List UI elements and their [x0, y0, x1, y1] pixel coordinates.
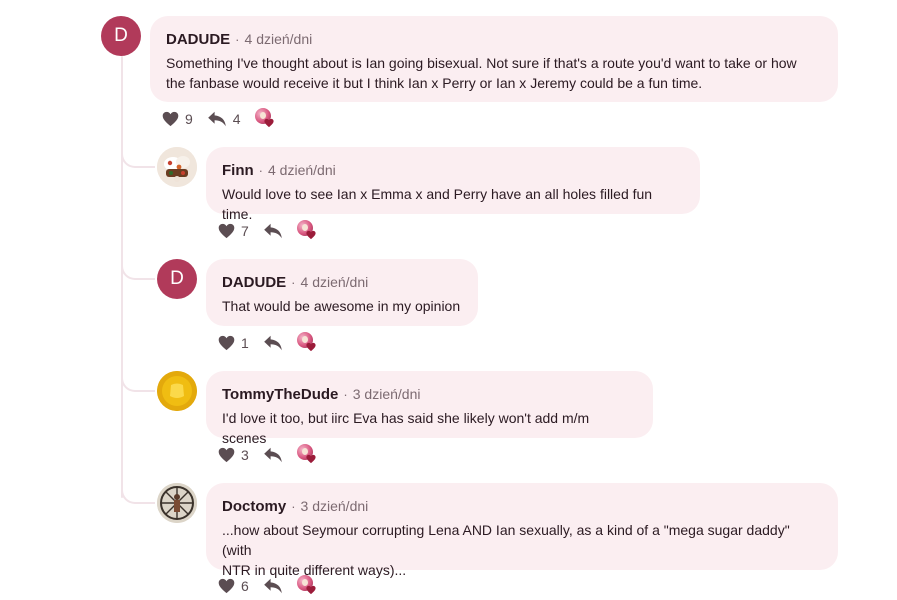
thread-branch	[121, 148, 155, 168]
comment-text: That would be awesome in my opinion	[222, 296, 462, 316]
like-button[interactable]: 3	[218, 447, 249, 463]
reply-button[interactable]: 4	[207, 111, 241, 127]
reaction-icon[interactable]	[296, 220, 317, 242]
comment-timestamp[interactable]: 3 dzień/dni	[301, 496, 369, 516]
heart-icon	[218, 578, 235, 594]
comment-timestamp[interactable]: 3 dzień/dni	[353, 384, 421, 404]
reaction-heart-icon	[306, 342, 316, 352]
comment-timestamp[interactable]: 4 dzień/dni	[301, 272, 369, 292]
like-count: 1	[241, 335, 249, 351]
comment-actions: 7	[218, 220, 317, 242]
comment-bubble: Finn · 4 dzień/dni Would love to see Ian…	[206, 147, 700, 222]
comment-timestamp[interactable]: 4 dzień/dni	[268, 160, 336, 180]
reaction-icon[interactable]	[296, 444, 317, 466]
comment-text-line: ...how about Seymour corrupting Lena AND…	[222, 522, 790, 558]
like-button[interactable]: 9	[162, 111, 193, 127]
like-count: 7	[241, 223, 249, 239]
heart-icon	[218, 223, 235, 239]
reply-button[interactable]	[263, 578, 283, 594]
comment-meta: Finn · 4 dzień/dni	[222, 160, 684, 181]
comment-author[interactable]: TommyTheDude	[222, 385, 338, 405]
comment-bubble: DADUDE · 4 dzień/dni That would be aweso…	[206, 259, 478, 326]
comment-meta: TommyTheDude · 3 dzień/dni	[222, 384, 637, 405]
reply-icon	[263, 335, 282, 351]
thread-branch	[121, 484, 155, 504]
comment-actions: 6	[218, 575, 317, 597]
reaction-heart-icon	[306, 585, 316, 595]
comment-text-line: I'd love it too, but iirc Eva has said s…	[222, 410, 590, 446]
reply-button[interactable]	[263, 335, 283, 351]
reply-icon	[263, 447, 282, 463]
meta-separator: ·	[343, 387, 348, 402]
comment-author[interactable]: DADUDE	[166, 30, 230, 50]
comment-meta: DADUDE · 4 dzień/dni	[166, 29, 822, 50]
thread-branch	[121, 372, 155, 392]
comment-meta: DADUDE · 4 dzień/dni	[222, 272, 462, 293]
comment-text-line: the fanbase would receive it but I think…	[166, 75, 703, 91]
reaction-heart-icon	[306, 454, 316, 464]
like-count: 3	[241, 447, 249, 463]
meta-separator: ·	[291, 275, 296, 290]
reaction-icon[interactable]	[296, 575, 317, 597]
like-button[interactable]: 7	[218, 223, 249, 239]
comment-actions: 1	[218, 332, 317, 354]
reply-button[interactable]	[263, 223, 283, 239]
comment-timestamp[interactable]: 4 dzień/dni	[245, 29, 313, 49]
comment-bubble: DADUDE · 4 dzień/dni Something I've thou…	[150, 16, 838, 102]
reply-button[interactable]	[263, 447, 283, 463]
reply-count: 4	[232, 111, 241, 127]
meta-separator: ·	[291, 499, 296, 514]
avatar-letter: D	[114, 25, 128, 46]
reply-icon	[263, 223, 282, 239]
comment-text: Would love to see Ian x Emma x and Perry…	[222, 184, 684, 224]
like-count: 9	[185, 111, 193, 127]
reaction-heart-icon	[264, 118, 274, 128]
avatar-image	[157, 483, 197, 523]
comment-bubble: Doctomy · 3 dzień/dni ...how about Seymo…	[206, 483, 838, 578]
heart-icon	[162, 111, 179, 127]
avatar[interactable]	[157, 371, 197, 411]
comment-text: I'd love it too, but iirc Eva has said s…	[222, 408, 637, 448]
reaction-heart-icon	[306, 230, 316, 240]
like-button[interactable]: 6	[218, 578, 249, 594]
comment-author[interactable]: Doctomy	[222, 497, 286, 517]
heart-icon	[218, 447, 235, 463]
comment-text-line: Would love to see Ian x Emma x and Perry…	[222, 186, 653, 222]
reaction-icon[interactable]	[296, 332, 317, 354]
comment-author[interactable]: Finn	[222, 161, 254, 181]
comment-text-line: That would be awesome in my opinion	[222, 298, 461, 314]
like-count: 6	[241, 578, 249, 594]
thread-line	[121, 56, 123, 498]
comment-actions: 9 4	[162, 108, 275, 130]
avatar[interactable]: D	[101, 16, 141, 56]
meta-separator: ·	[235, 32, 240, 47]
comment-text: ...how about Seymour corrupting Lena AND…	[222, 520, 822, 580]
reaction-icon[interactable]	[254, 108, 275, 130]
reply-icon	[263, 578, 282, 594]
avatar[interactable]: D	[157, 259, 197, 299]
meta-separator: ·	[258, 163, 263, 178]
comment-text-line: Something I've thought about is Ian goin…	[166, 55, 797, 71]
heart-icon	[218, 335, 235, 351]
avatar-letter: D	[170, 268, 184, 289]
avatar[interactable]	[157, 147, 197, 187]
comment-text: Something I've thought about is Ian goin…	[166, 53, 822, 93]
thread-branch	[121, 260, 155, 280]
avatar-image	[157, 371, 197, 411]
comment-author[interactable]: DADUDE	[222, 273, 286, 293]
avatar[interactable]	[157, 483, 197, 523]
like-button[interactable]: 1	[218, 335, 249, 351]
comment-actions: 3	[218, 444, 317, 466]
comment-meta: Doctomy · 3 dzień/dni	[222, 496, 822, 517]
reply-icon	[207, 111, 226, 127]
comment-bubble: TommyTheDude · 3 dzień/dni I'd love it t…	[206, 371, 653, 446]
avatar-image	[157, 147, 197, 187]
